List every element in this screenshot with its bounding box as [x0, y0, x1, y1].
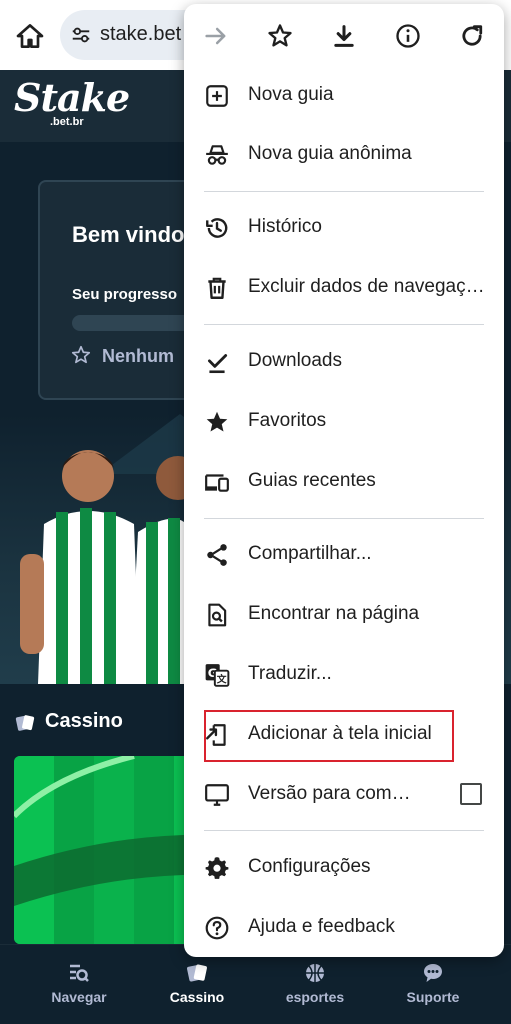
basketball-icon	[306, 964, 324, 982]
menu-item-label: Guias recentes	[248, 470, 376, 491]
menu-divider	[204, 518, 484, 519]
chat-icon	[424, 964, 442, 982]
menu-divider	[204, 324, 484, 325]
desktop-icon	[205, 784, 229, 806]
translate-icon: G 文	[205, 664, 230, 687]
menu-item-label: Encontrar na página	[248, 603, 420, 624]
cards-icon	[187, 964, 207, 982]
progress-label: Seu progresso	[72, 286, 178, 303]
menu-item-label: Compartilhar...	[248, 543, 372, 564]
nav-casino[interactable]: Cassino	[142, 961, 252, 1005]
menu-item-downloads[interactable]: Downloads	[184, 334, 504, 390]
menu-item-label: Ajuda e feedback	[248, 916, 395, 937]
star-outline-icon	[71, 345, 91, 364]
menu-item-label: Configurações	[248, 856, 371, 877]
casino-label: Cassino	[45, 710, 123, 732]
find-in-page-icon	[208, 603, 227, 627]
settings-icon	[205, 857, 229, 879]
menu-item-clear-data[interactable]: Excluir dados de navegação	[184, 260, 504, 316]
svg-text:文: 文	[217, 673, 227, 686]
logo-text: Stake	[14, 75, 130, 120]
site-settings-icon[interactable]	[70, 24, 92, 46]
menu-item-label: Nova guia anônima	[248, 143, 412, 164]
help-icon	[205, 916, 229, 940]
menu-item-label: Traduzir...	[248, 663, 332, 684]
desktop-site-checkbox[interactable]	[460, 783, 482, 805]
menu-item-label: Versão para computador	[248, 783, 418, 804]
welcome-title: Bem vindo	[72, 222, 185, 247]
menu-divider	[204, 830, 484, 831]
nav-label: Suporte	[406, 989, 460, 1005]
menu-item-label: Nova guia	[248, 84, 334, 105]
menu-divider	[204, 191, 484, 192]
stake-logo[interactable]: Stake .bet.br	[14, 75, 130, 134]
devices-icon	[205, 474, 229, 492]
browse-icon	[70, 964, 89, 982]
vip-level: Nenhum	[102, 346, 174, 366]
nav-browse[interactable]: Navegar	[24, 961, 134, 1005]
cards-icon	[15, 715, 35, 731]
logo-subtext: .bet.br	[50, 116, 84, 128]
nav-sports[interactable]: esportes	[260, 961, 370, 1005]
refresh-icon[interactable]	[458, 22, 486, 50]
nav-label: esportes	[285, 989, 345, 1005]
history-icon	[206, 218, 228, 238]
menu-item-settings[interactable]: Configurações	[184, 840, 504, 896]
menu-item-find-in-page[interactable]: Encontrar na página	[184, 587, 504, 643]
menu-item-recent-tabs[interactable]: Guias recentes	[184, 454, 504, 510]
url-text: stake.bet	[100, 23, 182, 45]
menu-top-icon-row	[184, 4, 504, 68]
menu-item-label: Histórico	[248, 216, 322, 237]
star-icon[interactable]	[266, 22, 294, 50]
menu-item-new-tab[interactable]: Nova guia	[184, 68, 504, 124]
plus-box-icon	[206, 85, 228, 107]
menu-item-label: Excluir dados de navegação	[248, 276, 486, 297]
menu-item-bookmarks[interactable]: Favoritos	[184, 394, 504, 450]
star-filled-icon	[206, 411, 228, 432]
nav-label: Navegar	[51, 989, 107, 1005]
info-icon[interactable]	[394, 22, 422, 50]
download-icon[interactable]	[330, 22, 358, 50]
menu-item-label: Favoritos	[248, 410, 327, 431]
home-icon[interactable]	[14, 20, 46, 52]
highlight-annotation	[204, 710, 454, 762]
menu-item-desktop-site[interactable]: Versão para computador	[184, 767, 504, 823]
menu-item-history[interactable]: Histórico	[184, 200, 504, 256]
menu-item-share[interactable]: Compartilhar...	[184, 527, 504, 583]
menu-item-new-incognito-tab[interactable]: Nova guia anônima	[184, 127, 504, 183]
menu-item-translate[interactable]: G 文 Traduzir...	[184, 647, 504, 703]
menu-item-help-feedback[interactable]: Ajuda e feedback	[184, 900, 504, 956]
download-done-icon	[208, 354, 228, 374]
forward-icon[interactable]	[202, 22, 230, 50]
nav-support[interactable]: Suporte	[378, 961, 488, 1005]
nav-label: Cassino	[169, 989, 225, 1005]
share-icon	[207, 544, 227, 566]
browser-overflow-menu: Nova guia Nova guia anônima Histórico Ex…	[184, 4, 504, 957]
incognito-icon	[206, 145, 228, 165]
menu-item-label: Downloads	[248, 350, 342, 371]
screen: stake.bet Stake .bet.br Bem vindo Seu pr…	[0, 0, 511, 1024]
trash-icon	[208, 277, 226, 299]
